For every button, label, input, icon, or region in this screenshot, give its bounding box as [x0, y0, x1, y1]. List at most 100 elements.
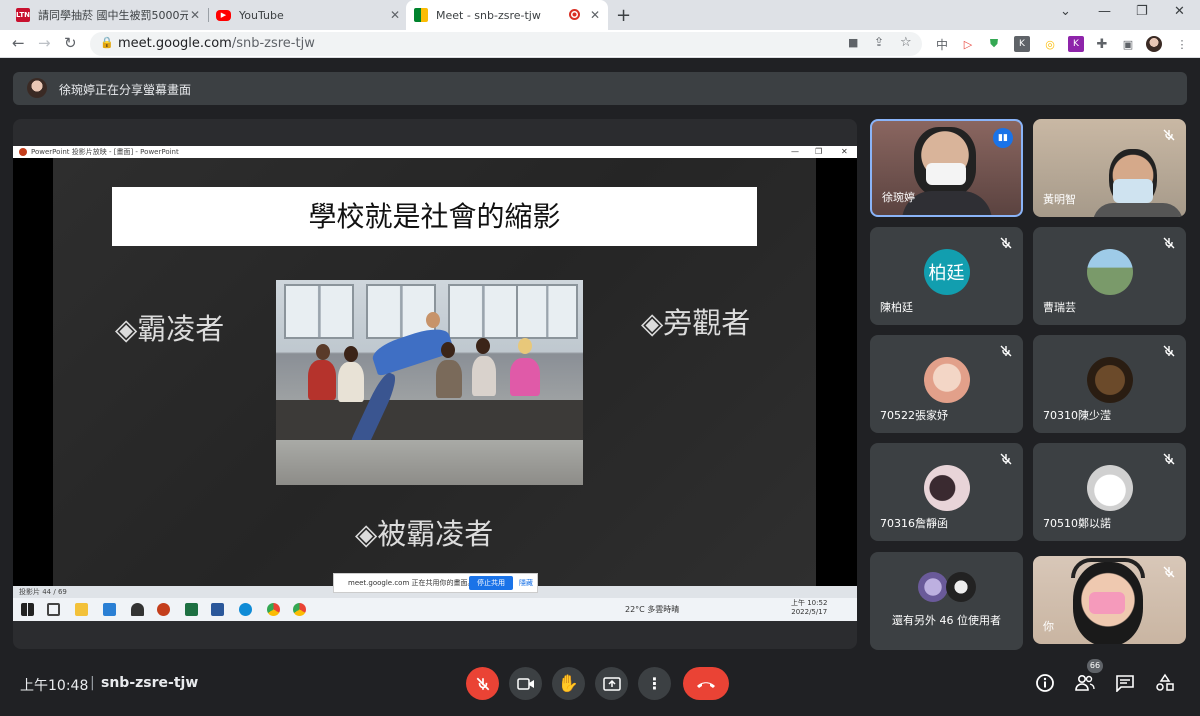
forward-icon[interactable]: → — [38, 34, 51, 52]
participant-tile[interactable]: 黃明智 — [1033, 119, 1186, 217]
mic-off-icon — [1163, 453, 1175, 465]
more-participants-tile[interactable]: 還有另外 46 位使用者 — [870, 552, 1023, 650]
profile-avatar[interactable] — [1146, 36, 1162, 52]
taskbar-clock: 上午 10:52 2022/5/17 — [791, 599, 827, 617]
more-options-button[interactable]: ⋮ — [638, 667, 671, 700]
participant-name: 70316詹靜函 — [880, 517, 948, 530]
close-icon: ✕ — [841, 147, 848, 156]
chat-button[interactable] — [1113, 671, 1137, 695]
powerpoint-taskbar-icon — [157, 603, 170, 616]
participant-tile[interactable]: 70510鄭以諾 — [1033, 443, 1186, 541]
mic-toggle-button[interactable] — [466, 667, 499, 700]
participant-tile[interactable]: 曹瑞芸 — [1033, 227, 1186, 325]
share-notice-text: meet.google.com 正在共用你的畫面。 — [348, 579, 475, 587]
participant-name: 陳柏廷 — [880, 301, 913, 314]
mic-off-icon — [1000, 345, 1012, 357]
participant-tile[interactable]: 70310陳少滢 — [1033, 335, 1186, 433]
videocam-icon — [516, 677, 534, 690]
participant-tile[interactable]: 70522張家妤 — [870, 335, 1023, 433]
meeting-code: snb-zsre-tjw — [101, 675, 199, 691]
self-tile[interactable]: 你 — [1033, 556, 1186, 644]
powerpoint-window-title: PowerPoint 投影片放映 - [畫面] - PowerPoint — [31, 148, 179, 156]
sidepanel-icon[interactable]: ▣ — [1120, 36, 1136, 52]
activities-icon — [1156, 673, 1174, 691]
participant-avatar — [1086, 465, 1133, 511]
raise-hand-button[interactable]: ✋ — [552, 667, 585, 700]
slide-counter: 投影片 44 / 69 — [19, 588, 67, 596]
tab-meet[interactable]: Meet - snb-zsre-tjw ✕ — [406, 0, 608, 30]
menu-icon[interactable]: ⋮ — [1174, 36, 1190, 52]
windows-start-icon — [21, 603, 34, 616]
url-path: /snb-zsre-tjw — [231, 36, 315, 51]
taskbar-weather: 22°C 多雲時晴 — [625, 605, 680, 614]
k-ext-icon[interactable]: K — [1014, 36, 1030, 52]
participant-name: 曹瑞芸 — [1043, 301, 1076, 314]
ext-arrow-icon[interactable]: ▷ — [960, 36, 976, 52]
mic-off-icon — [1163, 129, 1175, 141]
url-host: meet.google.com — [118, 36, 232, 51]
address-bar-row: ← → ↻ 🔒 meet.google.com/snb-zsre-tjw ■ ⇪… — [0, 30, 1200, 58]
participant-tile[interactable]: 70316詹靜函 — [870, 443, 1023, 541]
circle-ext-icon[interactable]: ◎ — [1042, 36, 1058, 52]
activities-button[interactable] — [1153, 671, 1177, 695]
speaking-indicator-icon: ▮▮ — [993, 128, 1013, 148]
people-count-badge: 66 — [1087, 659, 1103, 673]
new-tab-button[interactable]: + — [616, 5, 631, 26]
restore-button[interactable]: ❐ — [1136, 4, 1148, 19]
tab-meet-title: Meet - snb-zsre-tjw — [436, 8, 541, 22]
more-participants-label: 還有另外 46 位使用者 — [892, 614, 1001, 627]
close-icon[interactable]: ✕ — [190, 8, 200, 22]
edge-icon — [239, 603, 252, 616]
stop-sharing-button[interactable]: 停止共用 — [469, 576, 513, 590]
translate-ext-icon[interactable]: 中 — [934, 36, 950, 52]
reload-icon[interactable]: ↻ — [64, 34, 77, 52]
minimize-button[interactable]: — — [1098, 4, 1111, 19]
back-icon[interactable]: ← — [12, 34, 25, 52]
tab-youtube-title: YouTube — [239, 8, 284, 22]
slide-title-box: 學校就是社會的縮影 — [112, 187, 757, 246]
hide-button[interactable]: 隱藏 — [519, 574, 533, 592]
participant-avatar — [923, 357, 970, 403]
mic-off-icon — [476, 677, 489, 690]
mic-off-icon — [1163, 345, 1175, 357]
hang-up-icon — [697, 681, 715, 688]
share-notice-bar: meet.google.com 正在共用你的畫面。 停止共用 隱藏 — [333, 573, 538, 593]
participant-tile[interactable]: ▮▮ 徐琬婷 — [870, 119, 1023, 217]
participant-avatar — [946, 572, 976, 602]
ltn-favicon-icon: LTN — [16, 8, 30, 22]
chat-icon — [1116, 675, 1134, 692]
presenting-banner: 徐琬婷正在分享螢幕畫面 — [13, 72, 1187, 105]
call-control-bar: 上午10:48 | snb-zsre-tjw ✋ ⋮ 66 — [0, 657, 1200, 716]
participant-name: 70510鄭以諾 — [1043, 517, 1111, 530]
participant-tile[interactable]: 柏廷 陳柏廷 — [870, 227, 1023, 325]
close-icon[interactable]: ✕ — [590, 8, 600, 22]
lock-icon: 🔒 — [100, 36, 114, 49]
people-icon — [1075, 674, 1095, 691]
meeting-details-button[interactable] — [1033, 671, 1057, 695]
camera-icon[interactable]: ■ — [848, 36, 858, 49]
photos-icon — [103, 603, 116, 616]
mic-off-icon — [1000, 453, 1012, 465]
presenting-text: 徐琬婷正在分享螢幕畫面 — [59, 83, 192, 97]
kami-ext-icon[interactable]: K — [1068, 36, 1084, 52]
restore-icon: ❐ — [815, 147, 823, 156]
bookmark-star-icon[interactable]: ☆ — [900, 35, 912, 50]
separator: | — [90, 675, 95, 691]
url-input[interactable]: 🔒 meet.google.com/snb-zsre-tjw ■ ⇪ ☆ — [90, 32, 922, 56]
share-icon[interactable]: ⇪ — [874, 35, 884, 49]
shield-icon[interactable]: ⛊ — [986, 36, 1002, 52]
tab-news[interactable]: LTN 請同學抽菸 國中生被罰5000元 - ✕ — [8, 2, 209, 28]
close-icon[interactable]: ✕ — [390, 8, 400, 22]
leave-call-button[interactable] — [683, 667, 729, 700]
people-button[interactable] — [1073, 671, 1097, 695]
meeting-time: 上午10:48 — [20, 678, 89, 694]
present-icon — [602, 676, 621, 691]
present-screen-button[interactable] — [595, 667, 628, 700]
chevron-down-icon[interactable]: ⌄ — [1060, 4, 1071, 19]
camera-toggle-button[interactable] — [509, 667, 542, 700]
puzzle-icon[interactable]: ✚ — [1094, 36, 1110, 52]
tab-youtube[interactable]: ▶ YouTube ✕ — [208, 2, 408, 28]
role-bystander: ◈旁觀者 — [641, 306, 751, 340]
mic-off-icon — [1163, 237, 1175, 249]
window-close-button[interactable]: ✕ — [1174, 4, 1185, 19]
